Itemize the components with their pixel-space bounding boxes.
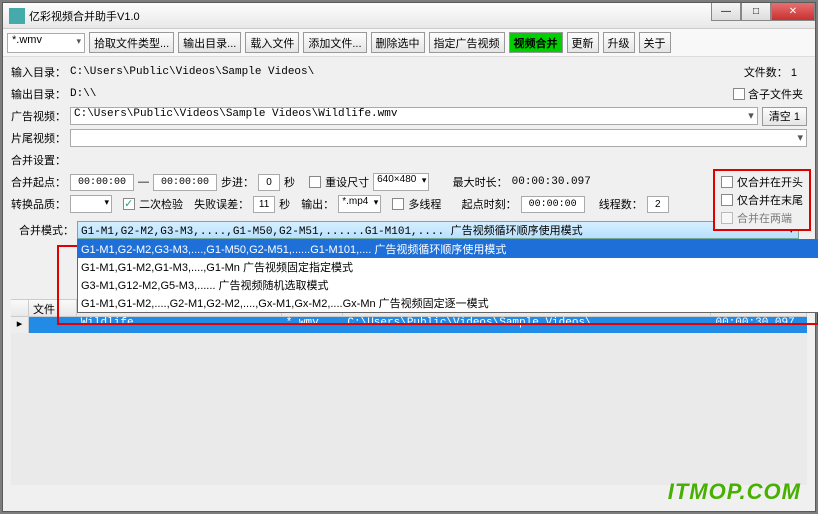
- file-count-value: 1: [791, 67, 797, 79]
- titlebar: 亿彩视频合并助手V1.0 — □ ✕: [3, 3, 815, 29]
- ad-video-label: 广告视频：: [11, 108, 66, 124]
- mode-option-1[interactable]: G1-M1,G1-M2,G1-M3,....,G1-Mn 广告视频固定指定模式: [78, 258, 818, 276]
- watermark: ITMOP.COM: [668, 479, 801, 505]
- mode-option-3[interactable]: G1-M1,G1-M2,....,G2-M1,G2-M2,....,Gx-M1,…: [78, 294, 818, 312]
- set-ad-video-button[interactable]: 指定广告视频: [429, 32, 505, 53]
- max-duration-label: 最大时长：: [453, 174, 508, 190]
- app-icon: [9, 8, 25, 24]
- step-label: 步进：: [221, 174, 254, 190]
- about-button[interactable]: 关于: [639, 32, 671, 53]
- close-button[interactable]: ✕: [771, 3, 815, 21]
- tail-video-input[interactable]: [70, 129, 807, 147]
- upgrade-button[interactable]: 升级: [603, 32, 635, 53]
- only-tail-label: 仅合并在末尾: [737, 192, 803, 208]
- window-title: 亿彩视频合并助手V1.0: [29, 8, 140, 24]
- max-duration-value: 00:00:30.097: [512, 176, 591, 188]
- output-label: 输出：: [301, 196, 334, 212]
- only-head-checkbox[interactable]: [721, 176, 733, 188]
- both-ends-checkbox[interactable]: [721, 212, 733, 224]
- mode-option-2[interactable]: G3-M1,G12-M2,G5-M3,...... 广告视频随机选取模式: [78, 276, 818, 294]
- merge-settings-label: 合并设置：: [11, 152, 66, 168]
- file-count-label: 文件数：: [744, 67, 788, 79]
- merge-mode-dropdown: G1-M1,G2-M2,G3-M3,....,G1-M50,G2-M51,...…: [77, 239, 818, 313]
- grid-body: ▸ Wildlife *.wmv C:\Users\Public\Videos\…: [11, 317, 807, 485]
- output-dir-value: D:\\: [70, 88, 96, 100]
- add-file-button[interactable]: 添加文件...: [303, 32, 366, 53]
- ad-video-input[interactable]: C:\Users\Public\Videos\Sample Videos\Wil…: [70, 107, 758, 125]
- row-indicator-icon: ▸: [11, 317, 29, 333]
- input-dir-value: C:\Users\Public\Videos\Sample Videos\: [70, 66, 314, 78]
- start-time-input[interactable]: [521, 196, 585, 213]
- threads-input[interactable]: [647, 196, 669, 213]
- recheck-label: 二次检验: [139, 196, 183, 212]
- both-ends-label: 合并在两端: [737, 210, 792, 226]
- delete-selected-button[interactable]: 删除选中: [371, 32, 425, 53]
- only-head-label: 仅合并在开头: [737, 174, 803, 190]
- multithread-checkbox[interactable]: [392, 198, 404, 210]
- quality-select[interactable]: [70, 195, 112, 213]
- fail-tol-input[interactable]: [253, 196, 275, 213]
- resize-checkbox[interactable]: [309, 176, 321, 188]
- input-dir-label: 输入目录：: [11, 64, 66, 80]
- toolbar: *.wmv 拾取文件类型... 输出目录... 载入文件 添加文件... 删除选…: [3, 29, 815, 57]
- resize-label: 重设尺寸: [325, 174, 369, 190]
- merge-start-input-2[interactable]: [153, 174, 217, 191]
- file-filter-select[interactable]: *.wmv: [7, 33, 85, 53]
- step-input[interactable]: [258, 174, 280, 191]
- load-file-button[interactable]: 载入文件: [245, 32, 299, 53]
- fail-tol-label: 失败误差：: [194, 196, 249, 212]
- sec-label-1: 秒: [284, 174, 295, 190]
- sec-label-2: 秒: [279, 196, 290, 212]
- only-tail-checkbox[interactable]: [721, 194, 733, 206]
- subfolder-label: 含子文件夹: [748, 86, 803, 102]
- merge-mode-label: 合并模式：: [19, 222, 74, 238]
- output-format-select[interactable]: *.mp4: [338, 195, 381, 213]
- update-button[interactable]: 更新: [567, 32, 599, 53]
- maximize-button[interactable]: □: [741, 3, 771, 21]
- merge-mode-select[interactable]: G1-M1,G2-M2,G3-M3,....,G1-M50,G2-M51,...…: [77, 221, 799, 239]
- output-dir-button[interactable]: 输出目录...: [178, 32, 241, 53]
- trans-quality-label: 转换品质：: [11, 196, 66, 212]
- merge-position-group: 仅合并在开头 仅合并在末尾 合并在两端: [713, 169, 811, 231]
- recheck-checkbox[interactable]: [123, 198, 135, 210]
- resize-select[interactable]: 640×480: [373, 173, 429, 191]
- pick-type-button[interactable]: 拾取文件类型...: [89, 32, 174, 53]
- minimize-button[interactable]: —: [711, 3, 741, 21]
- merge-video-button[interactable]: 视频合并: [509, 32, 563, 53]
- mode-option-0[interactable]: G1-M1,G2-M2,G3-M3,....,G1-M50,G2-M51,...…: [78, 240, 818, 258]
- output-dir-label: 输出目录：: [11, 86, 66, 102]
- subfolder-checkbox[interactable]: [733, 88, 745, 100]
- tail-video-label: 片尾视频：: [11, 130, 66, 146]
- start-time-label: 起点时刻：: [462, 196, 517, 212]
- clear-ad-button[interactable]: 清空 1: [762, 107, 807, 126]
- threads-label: 线程数：: [599, 196, 643, 212]
- merge-start-input-1[interactable]: [70, 174, 134, 191]
- merge-start-label: 合并起点：: [11, 174, 66, 190]
- dash-label: —: [138, 176, 149, 188]
- multithread-label: 多线程: [408, 196, 441, 212]
